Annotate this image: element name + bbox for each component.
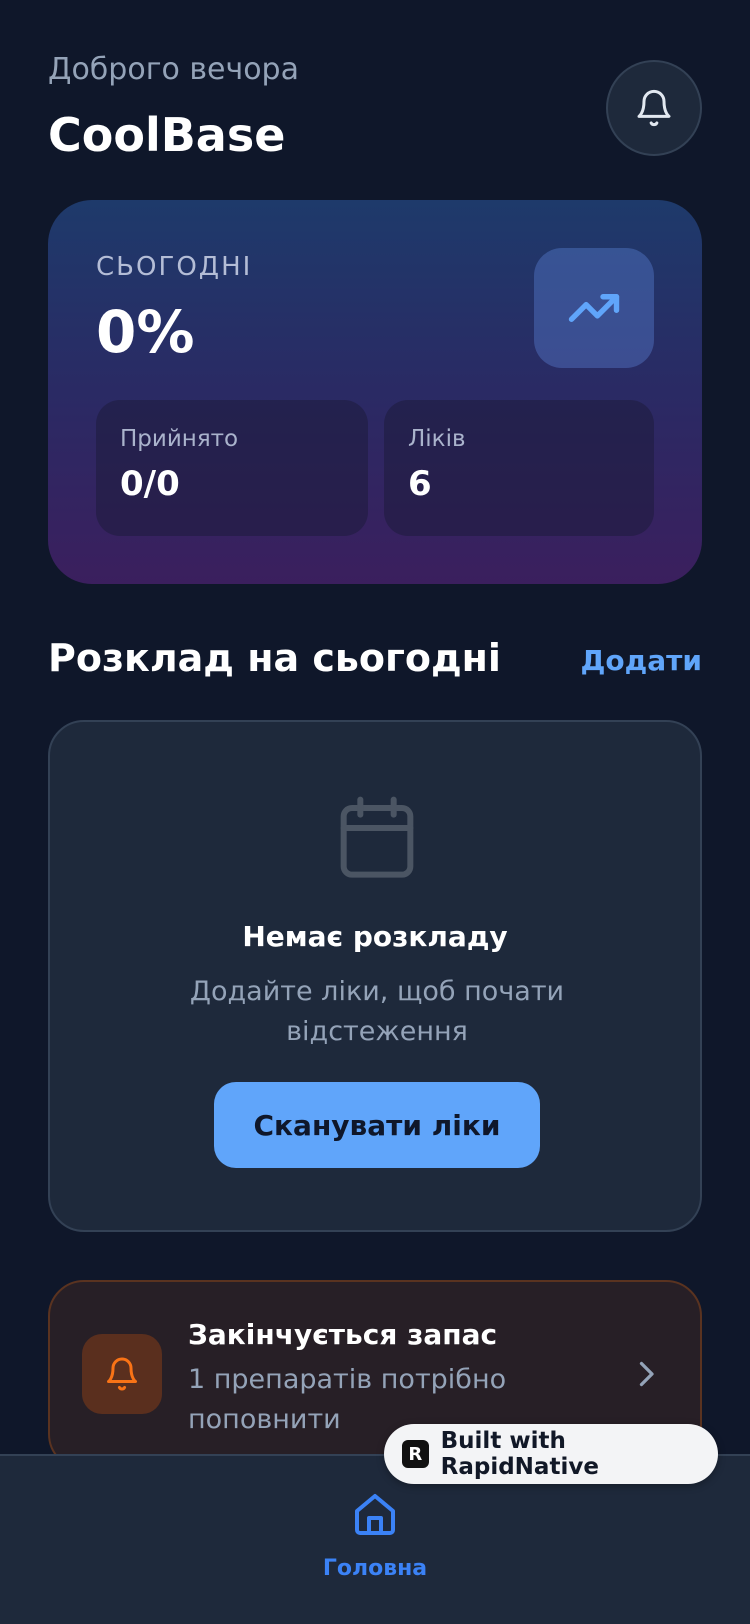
empty-title: Немає розкладу bbox=[242, 920, 508, 953]
meds-value: 6 bbox=[408, 464, 432, 504]
taken-label: Прийнято bbox=[120, 426, 239, 452]
badge-text: Built with RapidNative bbox=[440, 1428, 599, 1480]
greeting-text: Доброго вечора bbox=[48, 52, 299, 87]
bell-icon bbox=[637, 89, 671, 127]
bell-icon bbox=[107, 1357, 137, 1391]
low-stock-title: Закінчується запас bbox=[188, 1318, 498, 1351]
header: Доброго вечора CoolBase bbox=[48, 52, 702, 162]
rapidnative-logo-icon: R bbox=[402, 1440, 429, 1468]
trend-badge bbox=[534, 248, 654, 368]
empty-schedule-card: Немає розкладу Додайте ліки, щоб почати … bbox=[48, 720, 702, 1232]
today-label: СЬОГОДНІ bbox=[96, 252, 253, 282]
today-percentage: 0% bbox=[96, 298, 195, 366]
built-with-badge[interactable]: R Built with RapidNative bbox=[384, 1424, 718, 1484]
meds-label: Ліків bbox=[408, 426, 466, 452]
trending-up-icon bbox=[568, 294, 620, 322]
low-stock-icon-box bbox=[82, 1334, 162, 1414]
add-button[interactable]: Додати bbox=[580, 644, 702, 677]
taken-stat: Прийнято 0/0 bbox=[96, 400, 368, 536]
home-icon bbox=[355, 1494, 395, 1535]
app-title: CoolBase bbox=[48, 108, 286, 162]
today-stats-card: СЬОГОДНІ 0% Прийнято 0/0 Ліків 6 bbox=[48, 200, 702, 584]
empty-description: Додайте ліки, щоб почати відстеження bbox=[189, 976, 565, 1047]
calendar-icon bbox=[340, 796, 414, 878]
taken-value: 0/0 bbox=[120, 464, 180, 504]
notifications-button[interactable] bbox=[606, 60, 702, 156]
schedule-title: Розклад на сьогодні bbox=[48, 636, 501, 680]
tab-home-label: Головна bbox=[322, 1556, 428, 1576]
scan-meds-button[interactable]: Сканувати ліки bbox=[214, 1082, 540, 1168]
chevron-right-icon bbox=[639, 1361, 654, 1387]
meds-stat: Ліків 6 bbox=[384, 400, 654, 536]
